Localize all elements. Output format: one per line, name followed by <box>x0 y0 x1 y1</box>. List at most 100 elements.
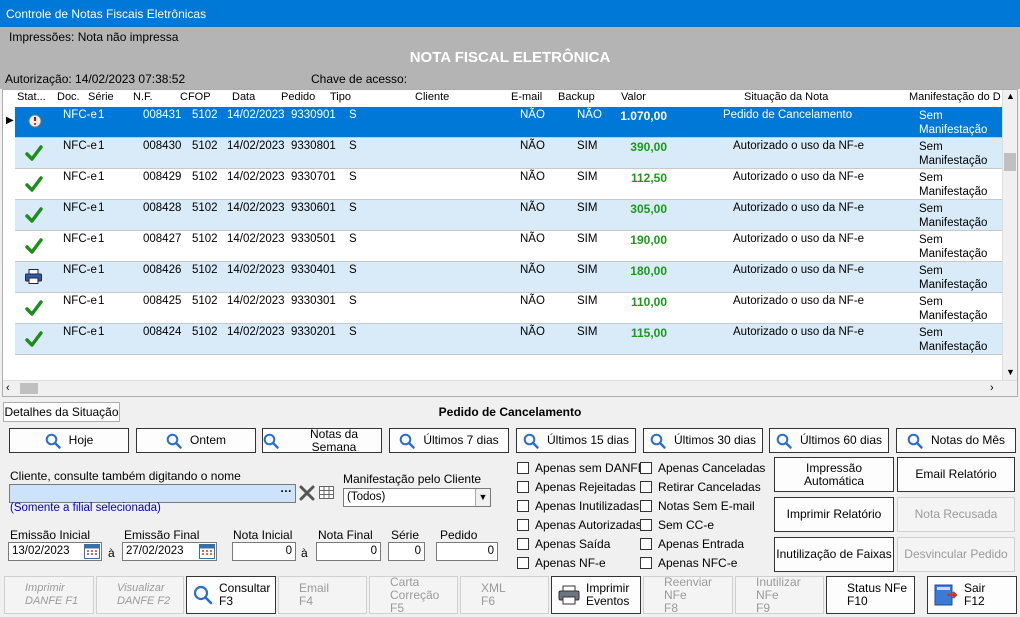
table-row[interactable]: NFC-e 1 008431 5102 14/02/2023 9330901 S NÃO NÃO… <box>15 107 1005 138</box>
vertical-scrollbar[interactable]: ▲ ▼ <box>1002 90 1017 380</box>
checkbox-box[interactable] <box>640 462 652 474</box>
period-button[interactable]: Notas do Mês <box>896 428 1016 453</box>
column-header[interactable]: Valor <box>621 91 646 103</box>
manifest-select[interactable]: (Todos) ▼ <box>343 488 491 507</box>
horizontal-scrollbar[interactable]: ‹ › <box>3 380 1017 396</box>
cell-valor: 390,00 <box>630 140 667 154</box>
column-header[interactable]: Tipo <box>330 91 351 103</box>
emissao-final-input[interactable]: 27/02/2023 <box>122 542 217 561</box>
filter-checkbox[interactable]: Apenas Rejeitadas <box>517 480 636 494</box>
period-button[interactable]: Ontem <box>136 428 256 453</box>
invoice-grid[interactable]: Stat... Doc. Série N.F. CFOP Data Pedido Tipo Cl… <box>2 89 1018 397</box>
table-row[interactable]: NFC-e 1 008425 5102 14/02/2023 9330301 S NÃO SIM… <box>15 293 1005 324</box>
serie-input[interactable]: 0 <box>388 542 425 561</box>
cell-tipo: S <box>349 233 357 245</box>
checkbox-box[interactable] <box>640 538 652 550</box>
period-button[interactable]: Notas da Semana <box>262 427 382 453</box>
checkbox-box[interactable] <box>517 462 529 474</box>
column-header[interactable]: Data <box>232 91 255 103</box>
scroll-left-icon[interactable]: ‹ <box>6 382 10 394</box>
details-button[interactable]: Detalhes da Situação <box>3 402 120 422</box>
print-report-button[interactable]: Imprimir Relatório <box>774 497 894 532</box>
scroll-right-icon[interactable]: › <box>990 382 994 394</box>
filter-checkbox[interactable]: Apenas NFC-e <box>640 556 737 570</box>
table-row[interactable]: NFC-e 1 008424 5102 14/02/2023 9330201 S NÃO SIM… <box>15 324 1005 355</box>
table-row[interactable]: NFC-e 1 008430 5102 14/02/2023 9330801 S NÃO SIM… <box>15 138 1005 169</box>
calendar-icon[interactable] <box>199 544 215 559</box>
filter-checkbox[interactable]: Sem CC-e <box>640 518 714 532</box>
column-header[interactable]: Pedido <box>281 91 315 103</box>
filter-checkbox[interactable]: Apenas NF-e <box>517 556 606 570</box>
filter-checkbox[interactable]: Apenas Saída <box>517 537 610 551</box>
column-header[interactable]: Série <box>88 91 114 103</box>
checkbox-box[interactable] <box>517 538 529 550</box>
column-header[interactable]: E-mail <box>511 91 542 103</box>
scroll-up-icon[interactable]: ▲ <box>1006 91 1015 101</box>
period-button[interactable]: Hoje <box>9 428 129 453</box>
period-button[interactable]: Últimos 30 dias <box>643 428 763 453</box>
table-row[interactable]: NFC-e 1 008428 5102 14/02/2023 9330601 S NÃO SIM… <box>15 200 1005 231</box>
hscroll-thumb[interactable] <box>20 383 38 394</box>
period-button[interactable]: Últimos 60 dias <box>769 428 889 453</box>
toolbar-button[interactable]: Inutilizar NFe F9 <box>735 575 824 614</box>
auto-print-button[interactable]: Impressão Automática <box>774 457 894 492</box>
checkbox-box[interactable] <box>640 481 652 493</box>
column-header[interactable]: Cliente <box>415 91 449 103</box>
period-button[interactable]: Últimos 7 dias <box>389 428 509 453</box>
checkbox-box[interactable] <box>517 481 529 493</box>
toolbar-button[interactable]: Visualizar DANFE F2 <box>96 576 184 614</box>
column-header[interactable]: Manifestação do D <box>909 91 1001 103</box>
filter-checkbox[interactable]: Apenas Inutilizadas <box>517 499 639 513</box>
toolbar-button[interactable]: Status NFe F10 <box>826 576 915 614</box>
column-header[interactable]: Stat... <box>17 91 46 103</box>
checkbox-box[interactable] <box>517 500 529 512</box>
checkbox-box[interactable] <box>640 519 652 531</box>
more-options-button[interactable]: ··· <box>281 486 293 498</box>
checkbox-box[interactable] <box>640 500 652 512</box>
emissao-inicial-input[interactable]: 13/02/2023 <box>8 542 102 561</box>
filter-checkbox[interactable]: Apenas Entrada <box>640 537 744 551</box>
calendar-icon[interactable] <box>84 544 100 559</box>
column-header[interactable]: Situação da Nota <box>744 91 828 103</box>
toolbar-button[interactable]: Consultar F3 <box>186 576 276 614</box>
pedido-input[interactable]: 0 <box>436 542 498 561</box>
cell-cfop: 5102 <box>192 233 218 245</box>
toolbar-button[interactable]: Email F4 <box>278 576 367 614</box>
table-icon[interactable] <box>319 486 334 499</box>
client-input[interactable]: ··· <box>9 484 296 503</box>
chevron-down-icon[interactable]: ▼ <box>475 489 490 506</box>
checkbox-box[interactable] <box>517 557 529 569</box>
column-header[interactable]: Doc. <box>57 91 80 103</box>
void-range-button[interactable]: Inutilização de Faixas <box>774 537 894 572</box>
toolbar-button[interactable]: Imprimir DANFE F1 <box>4 576 94 614</box>
clear-icon[interactable] <box>299 484 315 502</box>
filter-checkbox[interactable]: Notas Sem E-mail <box>640 499 755 513</box>
filter-checkbox[interactable]: Apenas Autorizadas <box>517 518 642 532</box>
cell-manifestacao-2: Manifestação <box>919 124 988 136</box>
nota-final-input[interactable]: 0 <box>316 542 381 561</box>
toolbar-button[interactable]: Carta Correção F5 <box>369 575 458 614</box>
toolbar-button[interactable]: XML F6 <box>460 576 549 614</box>
email-report-button[interactable]: Email Relatório <box>897 457 1015 492</box>
period-button-label: Ontem <box>189 433 226 447</box>
table-row[interactable]: NFC-e 1 008427 5102 14/02/2023 9330501 S NÃO SIM… <box>15 231 1005 262</box>
toolbar-button[interactable]: Sair F12 <box>927 576 1017 614</box>
checkbox-box[interactable] <box>640 557 652 569</box>
refused-note-button[interactable]: Nota Recusada <box>897 497 1015 532</box>
filter-checkbox[interactable]: Apenas sem DANFE <box>517 461 646 475</box>
table-row[interactable]: NFC-e 1 008429 5102 14/02/2023 9330701 S NÃO SIM… <box>15 169 1005 200</box>
toolbar-button[interactable]: Imprimir Eventos <box>551 576 641 614</box>
toolbar-button[interactable]: Reenviar NFe F8 <box>643 575 733 614</box>
scroll-down-icon[interactable]: ▼ <box>1006 367 1015 377</box>
filter-checkbox[interactable]: Apenas Canceladas <box>640 461 765 475</box>
unlink-order-button[interactable]: Desvincular Pedido <box>897 537 1015 572</box>
scroll-thumb[interactable] <box>1004 153 1016 171</box>
table-row[interactable]: NFC-e 1 008426 5102 14/02/2023 9330401 S NÃO SIM… <box>15 262 1005 293</box>
column-header[interactable]: Backup <box>558 91 595 103</box>
column-header[interactable]: CFOP <box>180 91 211 103</box>
nota-inicial-input[interactable]: 0 <box>232 542 296 561</box>
column-header[interactable]: N.F. <box>133 91 153 103</box>
filter-checkbox[interactable]: Retirar Canceladas <box>640 480 761 494</box>
period-button[interactable]: Últimos 15 dias <box>516 428 636 453</box>
checkbox-box[interactable] <box>517 519 529 531</box>
